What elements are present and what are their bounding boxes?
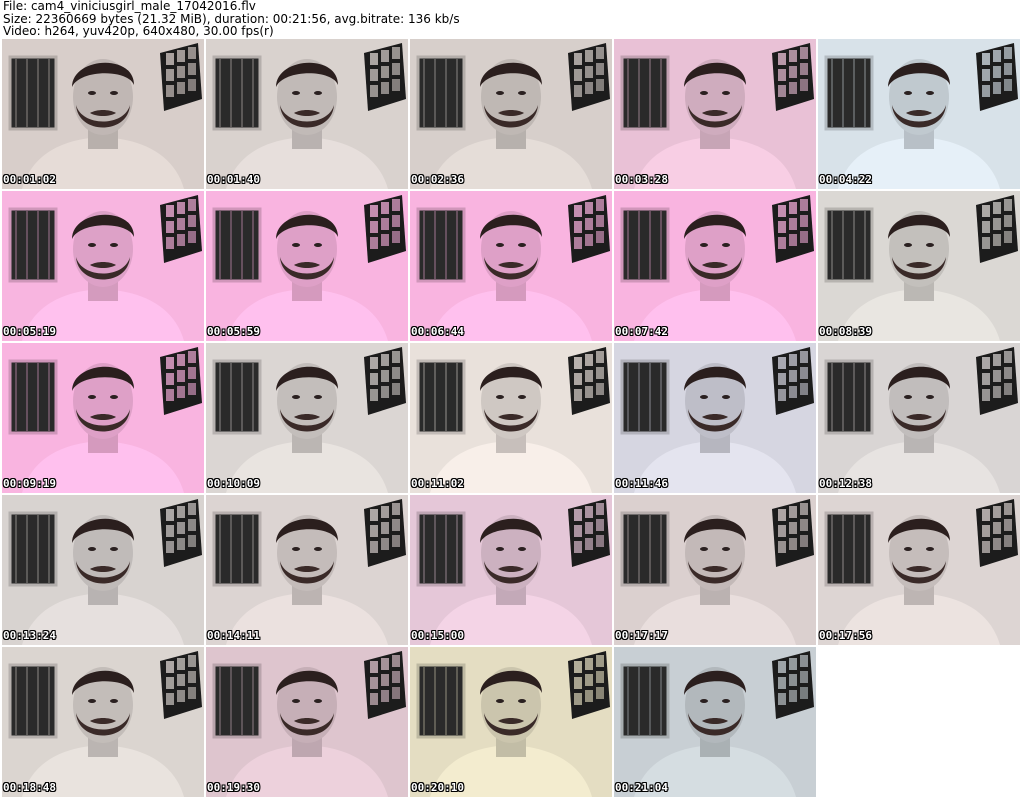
thumbnail-timestamp: 00:01:40 — [207, 173, 260, 186]
thumbnail[interactable]: 00:10:09 — [206, 343, 408, 493]
thumbnail-image — [206, 343, 408, 493]
thumbnail-image — [614, 647, 816, 797]
thumbnail-image — [2, 495, 204, 645]
thumbnail-image — [2, 343, 204, 493]
thumbnail[interactable]: 00:17:17 — [614, 495, 816, 645]
thumbnail[interactable]: 00:05:19 — [2, 191, 204, 341]
thumbnail[interactable]: 00:11:46 — [614, 343, 816, 493]
thumbnail-image — [2, 39, 204, 189]
thumbnail-timestamp: 00:17:17 — [615, 629, 668, 642]
thumbnail-image — [206, 495, 408, 645]
thumbnail[interactable]: 00:03:28 — [614, 39, 816, 189]
thumbnail-timestamp: 00:11:02 — [411, 477, 464, 490]
thumbnail-image — [2, 647, 204, 797]
thumbnail[interactable]: 00:01:40 — [206, 39, 408, 189]
thumbnail[interactable]: 00:02:36 — [410, 39, 612, 189]
thumbnail-image — [614, 343, 816, 493]
thumbnail[interactable]: 00:19:30 — [206, 647, 408, 797]
thumbnail-timestamp: 00:13:24 — [3, 629, 56, 642]
thumbnail-image — [410, 39, 612, 189]
thumbnail-timestamp: 00:05:59 — [207, 325, 260, 338]
thumbnail-timestamp: 00:14:11 — [207, 629, 260, 642]
thumbnail[interactable]: 00:14:11 — [206, 495, 408, 645]
thumbnail[interactable]: 00:08:39 — [818, 191, 1020, 341]
thumbnail-timestamp: 00:12:38 — [819, 477, 872, 490]
thumbnail[interactable]: 00:11:02 — [410, 343, 612, 493]
thumbnail-timestamp: 00:04:22 — [819, 173, 872, 186]
thumbnail-timestamp: 00:07:42 — [615, 325, 668, 338]
thumbnail[interactable]: 00:17:56 — [818, 495, 1020, 645]
thumbnail[interactable]: 00:01:02 — [2, 39, 204, 189]
thumbnail[interactable]: 00:20:10 — [410, 647, 612, 797]
thumbnail-image — [206, 647, 408, 797]
video-format-line: Video: h264, yuv420p, 640x480, 30.00 fps… — [3, 24, 274, 38]
thumbnail-image — [410, 191, 612, 341]
thumbnail-image — [410, 343, 612, 493]
thumbnail[interactable]: 00:06:44 — [410, 191, 612, 341]
thumbnail-timestamp: 00:09:19 — [3, 477, 56, 490]
thumbnail-timestamp: 00:19:30 — [207, 781, 260, 794]
thumbnail-timestamp: 00:17:56 — [819, 629, 872, 642]
thumbnail-timestamp: 00:08:39 — [819, 325, 872, 338]
thumbnail-timestamp: 00:01:02 — [3, 173, 56, 186]
thumbnail-image — [410, 647, 612, 797]
thumbnail[interactable]: 00:05:59 — [206, 191, 408, 341]
thumbnail-image — [818, 495, 1020, 645]
thumbnail-image — [614, 39, 816, 189]
thumbnail-timestamp: 00:02:36 — [411, 173, 464, 186]
thumbnail[interactable]: 00:12:38 — [818, 343, 1020, 493]
thumbnail-image — [2, 191, 204, 341]
thumbnail[interactable]: 00:21:04 — [614, 647, 816, 797]
thumbnail-image — [818, 39, 1020, 189]
thumbnail[interactable]: 00:07:42 — [614, 191, 816, 341]
thumbnail-image — [818, 343, 1020, 493]
thumbnail-timestamp: 00:21:04 — [615, 781, 668, 794]
thumbnail[interactable]: 00:09:19 — [2, 343, 204, 493]
thumbnail[interactable]: 00:13:24 — [2, 495, 204, 645]
thumbnail[interactable]: 00:04:22 — [818, 39, 1020, 189]
thumbnail-timestamp: 00:10:09 — [207, 477, 260, 490]
thumbnail-image — [818, 191, 1020, 341]
thumbnail-image — [614, 191, 816, 341]
thumbnail-timestamp: 00:05:19 — [3, 325, 56, 338]
thumbnail-timestamp: 00:15:00 — [411, 629, 464, 642]
thumbnail-timestamp: 00:18:48 — [3, 781, 56, 794]
thumbnail-timestamp: 00:03:28 — [615, 173, 668, 186]
thumbnail-timestamp: 00:20:10 — [411, 781, 464, 794]
thumbnail-image — [410, 495, 612, 645]
thumbnail-image — [614, 495, 816, 645]
thumbnail[interactable]: 00:18:48 — [2, 647, 204, 797]
thumbnail-image — [206, 191, 408, 341]
thumbnail[interactable]: 00:15:00 — [410, 495, 612, 645]
thumbnail-timestamp: 00:06:44 — [411, 325, 464, 338]
thumbnail-grid: 00:01:02 00:01:40 00:02:36 00:03:28 00:0… — [2, 39, 1022, 799]
video-info-header: File: cam4_viniciusgirl_male_17042016.fl… — [3, 0, 1018, 38]
thumbnail-timestamp: 00:11:46 — [615, 477, 668, 490]
file-name-line: File: cam4_viniciusgirl_male_17042016.fl… — [3, 0, 256, 13]
thumbnail-image — [206, 39, 408, 189]
